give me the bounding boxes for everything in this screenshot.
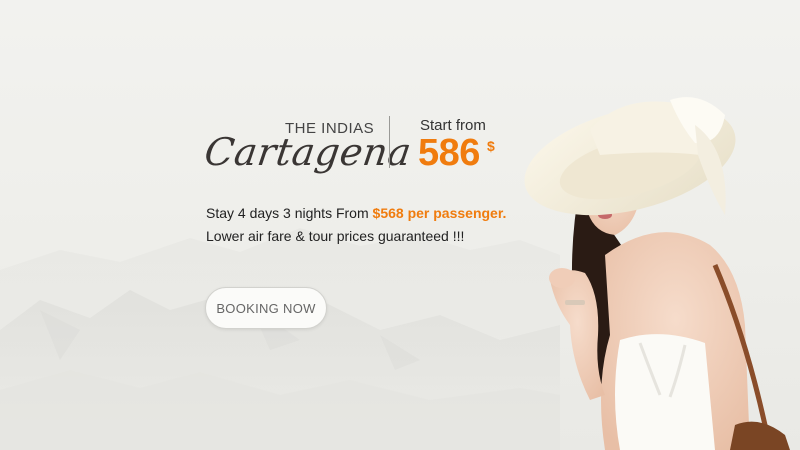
price-value: 586: [418, 132, 480, 174]
offer-price-highlight: $568 per passenger.: [372, 205, 507, 221]
offer-line-2: Lower air fare & tour prices guaranteed …: [206, 228, 465, 244]
destination-title: Cartagena: [201, 130, 415, 174]
booking-now-button[interactable]: BOOKING NOW: [205, 287, 327, 329]
price-currency: $: [487, 138, 495, 154]
offer-line-1: Stay 4 days 3 nights From $568 per passe…: [206, 202, 506, 225]
destination-headline: THE INDIAS Cartagena Start from 586 $: [201, 112, 505, 182]
hero-banner: THE INDIAS Cartagena Start from 586 $ St…: [0, 0, 800, 450]
headline-divider: [389, 116, 390, 168]
offer-prefix: Stay 4 days 3 nights From: [206, 205, 373, 221]
woman-in-sun-hat-photo: [524, 97, 790, 450]
offer-description: Stay 4 days 3 nights From $568 per passe…: [206, 202, 506, 248]
